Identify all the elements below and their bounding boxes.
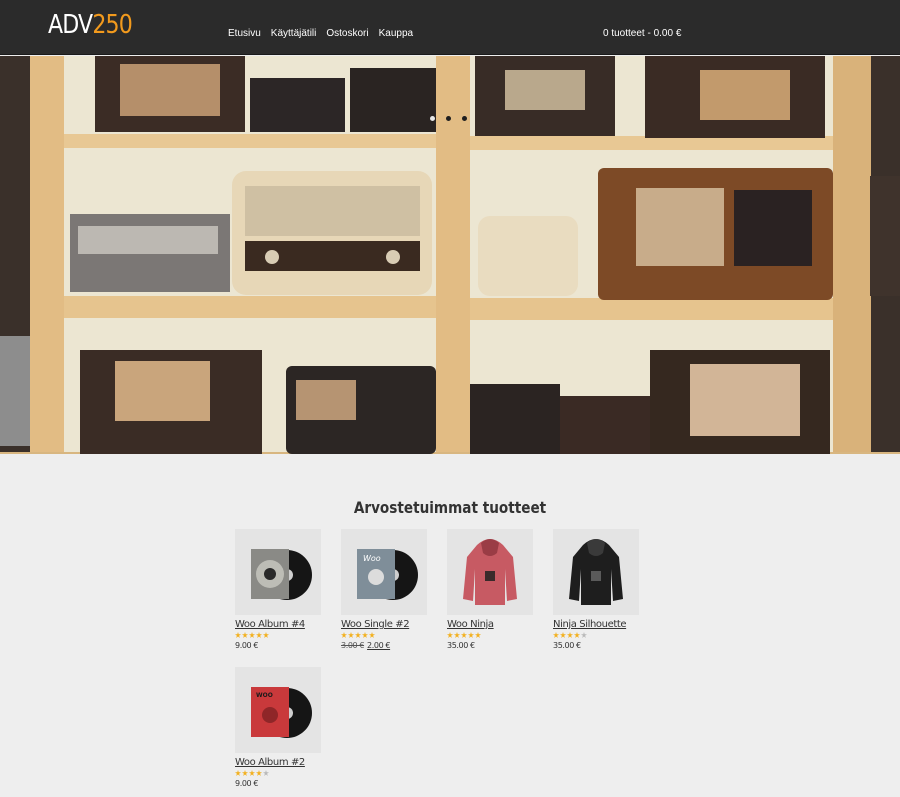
star-icon (235, 770, 241, 776)
slider-dot-3[interactable] (462, 116, 467, 121)
product-thumbnail[interactable] (235, 529, 321, 615)
rating-stars (553, 632, 639, 639)
vinyl-single-icon: Woo (341, 529, 427, 615)
star-icon (454, 632, 460, 638)
logo-text-adv: ADV (48, 10, 93, 40)
product-name[interactable]: Ninja Silhouette (553, 619, 639, 630)
product-thumbnail[interactable] (553, 529, 639, 615)
nav-item-ostoskori[interactable]: Ostoskori (326, 28, 368, 39)
product-name[interactable]: Woo Album #2 (235, 757, 321, 768)
black-hoodie-icon (553, 529, 639, 615)
main-nav: Etusivu Käyttäjätili Ostoskori Kauppa (228, 28, 413, 39)
star-icon (369, 632, 375, 638)
hero-slider (0, 56, 900, 454)
star-icon (348, 632, 354, 638)
section-title: Arvostetuimmat tuotteet (353, 498, 547, 517)
product-name[interactable]: Woo Album #4 (235, 619, 321, 630)
rating-stars (235, 770, 321, 777)
product-thumbnail[interactable] (447, 529, 533, 615)
pink-hoodie-icon (447, 529, 533, 615)
logo-text-250: 250 (92, 10, 132, 40)
star-icon (362, 632, 368, 638)
star-icon (249, 632, 255, 638)
star-icon (263, 632, 269, 638)
star-icon (553, 632, 559, 638)
nav-item-kauppa[interactable]: Kauppa (379, 28, 413, 39)
product-price: 9.00 € (235, 779, 259, 788)
slider-dots (430, 116, 467, 121)
site-header: ADV250 Etusivu Käyttäjätili Ostoskori Ka… (0, 0, 900, 55)
star-icon (249, 770, 255, 776)
star-empty-icon (581, 632, 587, 638)
product-card: Woo Woo Single #2 3.00 €2.00 € (341, 529, 427, 650)
red-album-icon: WOO (235, 667, 321, 753)
star-icon (447, 632, 453, 638)
svg-text:WOO: WOO (256, 692, 273, 699)
cart-summary-link[interactable]: 0 tuotteet - 0.00 € (603, 28, 681, 39)
star-icon (567, 632, 573, 638)
product-name[interactable]: Woo Ninja (447, 619, 533, 630)
site-logo[interactable]: ADV250 (48, 10, 133, 40)
star-icon (475, 632, 481, 638)
star-icon (256, 770, 262, 776)
product-card: Ninja Silhouette 35.00 € (553, 529, 639, 650)
slider-dot-2[interactable] (446, 116, 451, 121)
rating-stars (341, 632, 427, 639)
product-price: 9.00 € (235, 641, 259, 650)
product-thumbnail[interactable]: WOO (235, 667, 321, 753)
star-icon (242, 770, 248, 776)
sale-price: 2.00 € (367, 641, 391, 650)
nav-item-kayttajatili[interactable]: Käyttäjätili (271, 28, 317, 39)
product-name[interactable]: Woo Single #2 (341, 619, 427, 630)
vinyl-album-icon (235, 529, 321, 615)
product-price: 35.00 € (447, 641, 475, 650)
nav-item-etusivu[interactable]: Etusivu (228, 28, 261, 39)
star-icon (574, 632, 580, 638)
star-icon (256, 632, 262, 638)
svg-text:Woo: Woo (363, 554, 381, 563)
star-icon (235, 632, 241, 638)
star-icon (560, 632, 566, 638)
product-price: 35.00 € (553, 641, 581, 650)
old-price: 3.00 € (341, 641, 365, 650)
star-empty-icon (263, 770, 269, 776)
rating-stars (235, 632, 321, 639)
star-icon (242, 632, 248, 638)
slider-dot-1[interactable] (430, 116, 435, 121)
product-thumbnail[interactable]: Woo (341, 529, 427, 615)
star-icon (468, 632, 474, 638)
product-price: 3.00 €2.00 € (341, 641, 427, 650)
star-icon (355, 632, 361, 638)
star-icon (341, 632, 347, 638)
product-card: Woo Ninja 35.00 € (447, 529, 533, 650)
rating-stars (447, 632, 533, 639)
product-card: WOO Woo Album #2 9.00 € (235, 667, 321, 788)
star-icon (461, 632, 467, 638)
product-card: Woo Album #4 9.00 € (235, 529, 321, 650)
